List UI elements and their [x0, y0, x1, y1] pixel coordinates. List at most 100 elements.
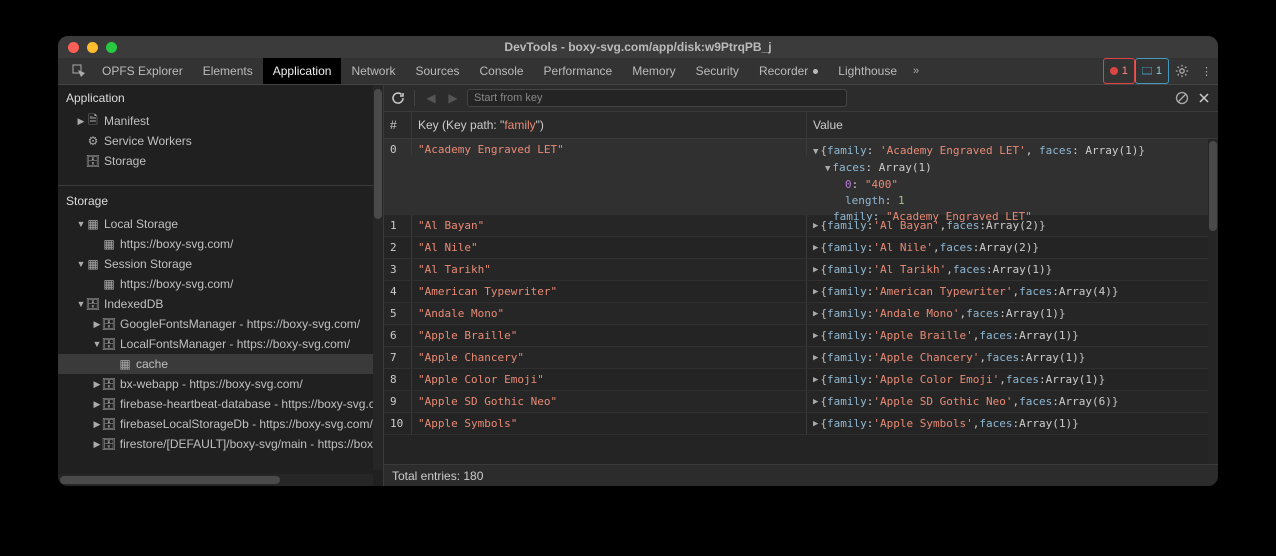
sidebar-item-session-storage[interactable]: ▼▦Session Storage [58, 254, 383, 274]
tab-application[interactable]: Application [263, 58, 342, 84]
table-row[interactable]: 10"Apple Symbols"▶{family: 'Apple Symbol… [384, 413, 1218, 435]
search-input[interactable]: Start from key [467, 89, 847, 107]
tab-sources[interactable]: Sources [405, 58, 469, 84]
sidebar-item-cache[interactable]: ▦cache [58, 354, 383, 374]
cell-value: ▶{family: 'Andale Mono', faces: Array(1)… [807, 303, 1218, 324]
sidebar-item-manifest[interactable]: ▶🗎Manifest [58, 111, 383, 131]
tab-network[interactable]: Network [341, 58, 405, 84]
cell-key: "Al Tarikh" [412, 259, 807, 280]
sidebar-item-db-googlefontsmanager[interactable]: ▶🗄GoogleFontsManager - https://boxy-svg.… [58, 314, 383, 334]
cell-index: 6 [384, 325, 412, 346]
content: Application ▶🗎Manifest ⚙Service Workers … [58, 85, 1218, 486]
table-row[interactable]: 8"Apple Color Emoji"▶{family: 'Apple Col… [384, 369, 1218, 391]
tab-lighthouse[interactable]: Lighthouse [828, 58, 907, 84]
sidebar-item-db-bx-webapp[interactable]: ▶🗄bx-webapp - https://boxy-svg.com/ [58, 374, 383, 394]
more-options-icon[interactable]: ⋮ [1195, 58, 1218, 84]
tab-memory[interactable]: Memory [622, 58, 685, 84]
sidebar-item-storage[interactable]: 🗄Storage [58, 151, 383, 171]
message-count-badge[interactable]: 1 [1135, 58, 1169, 84]
settings-icon[interactable] [1169, 58, 1195, 84]
cell-key: "Apple Symbols" [412, 413, 807, 434]
cell-key: "Andale Mono" [412, 303, 807, 324]
cell-key: "Apple Braille" [412, 325, 807, 346]
sidebar-item-db-firestore[interactable]: ▶🗄firestore/[DEFAULT]/boxy-svg/main - ht… [58, 434, 383, 454]
cell-key: "Apple SD Gothic Neo" [412, 391, 807, 412]
sidebar-section-storage: Storage [58, 185, 383, 214]
sidebar-item-indexeddb[interactable]: ▼🗄IndexedDB [58, 294, 383, 314]
sidebar-item-service-workers[interactable]: ⚙Service Workers [58, 131, 383, 151]
sidebar-hscrollbar[interactable] [58, 474, 373, 486]
sidebar-item-local-storage-origin[interactable]: ▦https://boxy-svg.com/ [58, 234, 383, 254]
scrollbar-thumb[interactable] [1209, 141, 1217, 231]
tab-performance[interactable]: Performance [534, 58, 623, 84]
cell-index: 4 [384, 281, 412, 302]
column-header-value[interactable]: Value [807, 112, 1218, 138]
toolbar-divider [414, 90, 415, 106]
clear-object-store-icon[interactable] [1174, 90, 1190, 106]
table-row[interactable]: 9"Apple SD Gothic Neo"▶{family: 'Apple S… [384, 391, 1218, 413]
storage-tree: ▼▦Local Storage ▦https://boxy-svg.com/ ▼… [58, 214, 383, 468]
search-placeholder: Start from key [474, 92, 542, 104]
more-tabs-icon[interactable]: » [907, 58, 925, 84]
database-icon: 🗄 [102, 317, 116, 331]
table-row[interactable]: 7"Apple Chancery"▶{family: 'Apple Chance… [384, 347, 1218, 369]
table-row[interactable]: 3"Al Tarikh"▶{family: 'Al Tarikh', faces… [384, 259, 1218, 281]
cell-index: 9 [384, 391, 412, 412]
table-row[interactable]: 5"Andale Mono"▶{family: 'Andale Mono', f… [384, 303, 1218, 325]
table-row[interactable]: 0"Academy Engraved LET" ▼{family: 'Acade… [384, 139, 1218, 215]
grid-icon: ▦ [118, 357, 132, 371]
database-icon: 🗄 [86, 154, 100, 168]
tab-opfs-explorer[interactable]: OPFS Explorer [92, 58, 193, 84]
cell-value: ▶{family: 'Apple SD Gothic Neo', faces: … [807, 391, 1218, 412]
application-sidebar: Application ▶🗎Manifest ⚙Service Workers … [58, 85, 384, 486]
cell-value: ▶{family: 'Apple Braille', faces: Array(… [807, 325, 1218, 346]
prev-page-icon[interactable]: ◀ [423, 90, 439, 106]
database-icon: 🗄 [102, 417, 116, 431]
sidebar-section-application: Application [58, 85, 383, 111]
tab-elements[interactable]: Elements [193, 58, 263, 84]
cell-key: "Academy Engraved LET" [412, 139, 807, 156]
sidebar-item-session-storage-origin[interactable]: ▦https://boxy-svg.com/ [58, 274, 383, 294]
table-body: 0"Academy Engraved LET" ▼{family: 'Acade… [384, 139, 1218, 464]
table-row[interactable]: 4"American Typewriter"▶{family: 'America… [384, 281, 1218, 303]
table-scrollbar[interactable] [1208, 139, 1218, 464]
sidebar-item-db-firebase-heartbeat[interactable]: ▶🗄firebase-heartbeat-database - https://… [58, 394, 383, 414]
tab-security[interactable]: Security [686, 58, 749, 84]
table-row[interactable]: 6"Apple Braille"▶{family: 'Apple Braille… [384, 325, 1218, 347]
database-icon: 🗄 [102, 437, 116, 451]
cell-value: ▶{family: 'American Typewriter', faces: … [807, 281, 1218, 302]
grid-icon: ▦ [86, 217, 100, 231]
database-icon: 🗄 [102, 377, 116, 391]
error-count-badge[interactable]: 1 [1103, 58, 1135, 84]
database-icon: 🗄 [86, 297, 100, 311]
application-tree: ▶🗎Manifest ⚙Service Workers 🗄Storage [58, 111, 383, 185]
cell-index: 7 [384, 347, 412, 368]
delete-selected-icon[interactable] [1196, 90, 1212, 106]
sidebar-scrollbar[interactable] [373, 85, 383, 470]
sidebar-item-local-storage[interactable]: ▼▦Local Storage [58, 214, 383, 234]
devtools-window: DevTools - boxy-svg.com/app/disk:w9PtrqP… [58, 36, 1218, 486]
sidebar-item-db-firebase-localstorage[interactable]: ▶🗄firebaseLocalStorageDb - https://boxy-… [58, 414, 383, 434]
grid-icon: ▦ [86, 257, 100, 271]
grid-icon: ▦ [102, 237, 116, 251]
tab-recorder[interactable]: Recorder [749, 58, 828, 84]
cell-index: 5 [384, 303, 412, 324]
table-row[interactable]: 2"Al Nile"▶{family: 'Al Nile', faces: Ar… [384, 237, 1218, 259]
scrollbar-thumb[interactable] [374, 89, 382, 219]
cell-value: ▶{family: 'Al Bayan', faces: Array(2)} [807, 215, 1218, 236]
cell-index: 8 [384, 369, 412, 390]
message-icon [1142, 67, 1152, 75]
inspect-element-icon[interactable] [66, 64, 92, 78]
column-header-key[interactable]: Key (Key path: "family") [412, 112, 807, 138]
scrollbar-thumb[interactable] [60, 476, 280, 484]
next-page-icon[interactable]: ▶ [445, 90, 461, 106]
window-title: DevTools - boxy-svg.com/app/disk:w9PtrqP… [58, 40, 1218, 54]
cell-index: 10 [384, 413, 412, 434]
column-header-number[interactable]: # [384, 112, 412, 138]
refresh-icon[interactable] [390, 90, 406, 106]
error-dot-icon [1110, 67, 1118, 75]
cell-value: ▶{family: 'Al Nile', faces: Array(2)} [807, 237, 1218, 258]
sidebar-item-db-localfontsmanager[interactable]: ▼🗄LocalFontsManager - https://boxy-svg.c… [58, 334, 383, 354]
table-row[interactable]: 1"Al Bayan"▶{family: 'Al Bayan', faces: … [384, 215, 1218, 237]
tab-console[interactable]: Console [470, 58, 534, 84]
